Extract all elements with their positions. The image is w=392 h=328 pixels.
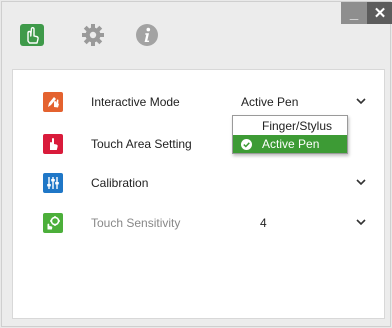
interactive-mode-dropdown: Finger/Stylus Active Pen [232,115,348,154]
sliders-icon [43,173,63,193]
touch-area-setting-label: Touch Area Setting [91,137,192,151]
touch-icon[interactable] [17,20,47,50]
close-button[interactable]: ✕ [367,2,392,24]
chevron-down-icon[interactable] [355,218,367,226]
gear-icon[interactable] [78,20,108,50]
setting-row-touch-sensitivity[interactable]: Touch Sensitivity 4 [13,209,384,235]
interactive-mode-value[interactable]: Active Pen [241,95,298,109]
setting-row-interactive-mode[interactable]: Interactive Mode Active Pen [13,88,384,114]
settings-panel: Interactive Mode Active Pen Touch Area S… [12,69,385,319]
touch-gear-icon [43,213,63,233]
minimize-button[interactable]: _ [341,2,367,24]
hand-icon [43,134,63,154]
setting-row-calibration[interactable]: Calibration [13,169,384,195]
app-window: _ ✕ Interactive Mode Active Pen Touch Ar… [1,1,392,327]
dropdown-option-active-pen[interactable]: Active Pen [233,135,347,153]
toolbar: _ ✕ [2,2,392,68]
dropdown-option-label: Finger/Stylus [262,119,333,133]
touch-sensitivity-value[interactable]: 4 [260,216,267,230]
dropdown-option-label: Active Pen [262,137,320,151]
dropdown-option-finger-stylus[interactable]: Finger/Stylus [233,117,347,135]
interactive-mode-label: Interactive Mode [91,95,180,109]
info-icon[interactable] [132,20,162,50]
pen-touch-icon [43,92,63,112]
chevron-down-icon[interactable] [355,178,367,186]
chevron-down-icon[interactable] [355,97,367,105]
calibration-label: Calibration [91,176,149,190]
touch-sensitivity-label: Touch Sensitivity [91,216,181,230]
check-icon [241,139,252,150]
